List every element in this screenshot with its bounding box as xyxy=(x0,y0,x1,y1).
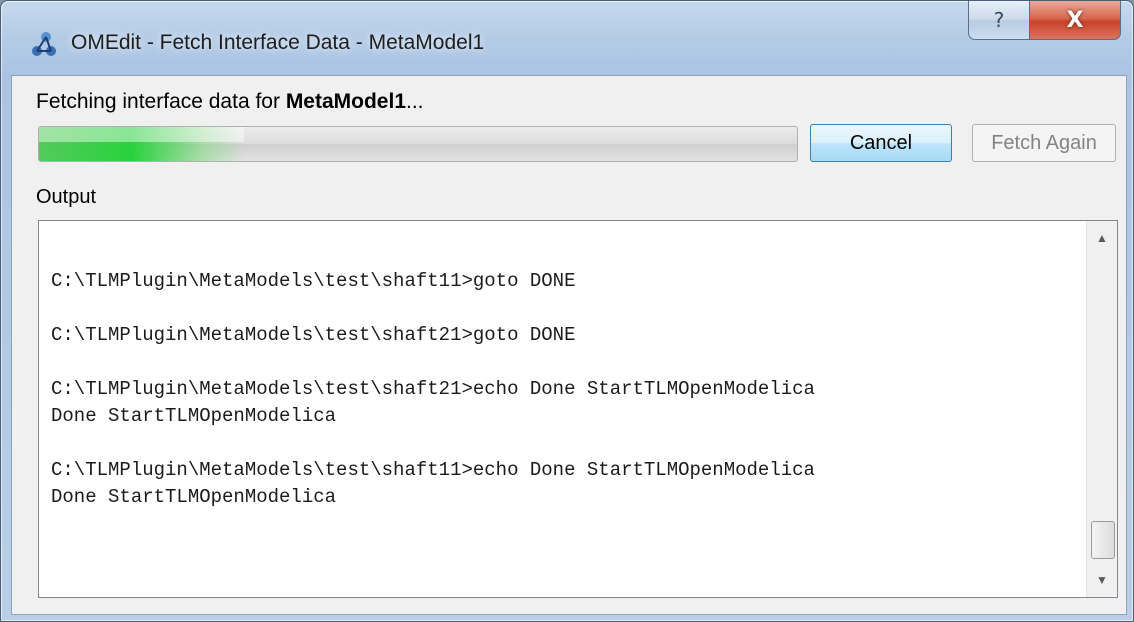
output-line: C:\TLMPlugin\MetaModels\test\shaft11>ech… xyxy=(51,459,815,481)
output-label: Output xyxy=(36,186,97,208)
fetch-status-label: Fetching interface data for MetaModel1..… xyxy=(36,90,424,114)
help-button[interactable]: ? xyxy=(968,1,1029,40)
help-icon: ? xyxy=(993,8,1005,32)
cancel-button[interactable]: Cancel xyxy=(810,124,952,162)
fetch-status-prefix: Fetching interface data for xyxy=(36,90,286,113)
output-log: C:\TLMPlugin\MetaModels\test\shaft11>got… xyxy=(51,241,815,511)
window-title: OMEdit - Fetch Interface Data - MetaMode… xyxy=(71,31,485,54)
dialog-window: OMEdit - Fetch Interface Data - MetaMode… xyxy=(0,0,1134,622)
output-line: Done StartTLMOpenModelica xyxy=(51,486,337,508)
output-line: C:\TLMPlugin\MetaModels\test\shaft21>got… xyxy=(51,324,576,346)
close-button[interactable]: X xyxy=(1029,1,1121,40)
scroll-down-arrow-icon[interactable]: ▼ xyxy=(1087,565,1117,595)
dialog-content: Fetching interface data for MetaModel1..… xyxy=(11,75,1127,615)
progress-bar xyxy=(38,126,798,162)
model-name: MetaModel1 xyxy=(285,90,406,113)
output-text-area[interactable]: C:\TLMPlugin\MetaModels\test\shaft11>got… xyxy=(38,220,1118,598)
vertical-scrollbar[interactable]: ▲ ▼ xyxy=(1086,221,1117,597)
title-bar[interactable]: OMEdit - Fetch Interface Data - MetaMode… xyxy=(1,1,1133,71)
output-line: C:\TLMPlugin\MetaModels\test\shaft11>got… xyxy=(51,270,576,292)
scroll-thumb[interactable] xyxy=(1091,521,1115,559)
fetch-again-button: Fetch Again xyxy=(972,124,1116,162)
omedit-app-icon xyxy=(32,32,56,56)
scroll-up-arrow-icon[interactable]: ▲ xyxy=(1087,223,1117,253)
caption-buttons: ? X xyxy=(968,1,1121,40)
output-line: C:\TLMPlugin\MetaModels\test\shaft21>ech… xyxy=(51,378,815,400)
progress-bar-fill xyxy=(39,127,244,161)
fetch-status-suffix: ... xyxy=(406,90,424,113)
close-icon: X xyxy=(1066,7,1084,33)
output-line: Done StartTLMOpenModelica xyxy=(51,405,337,427)
